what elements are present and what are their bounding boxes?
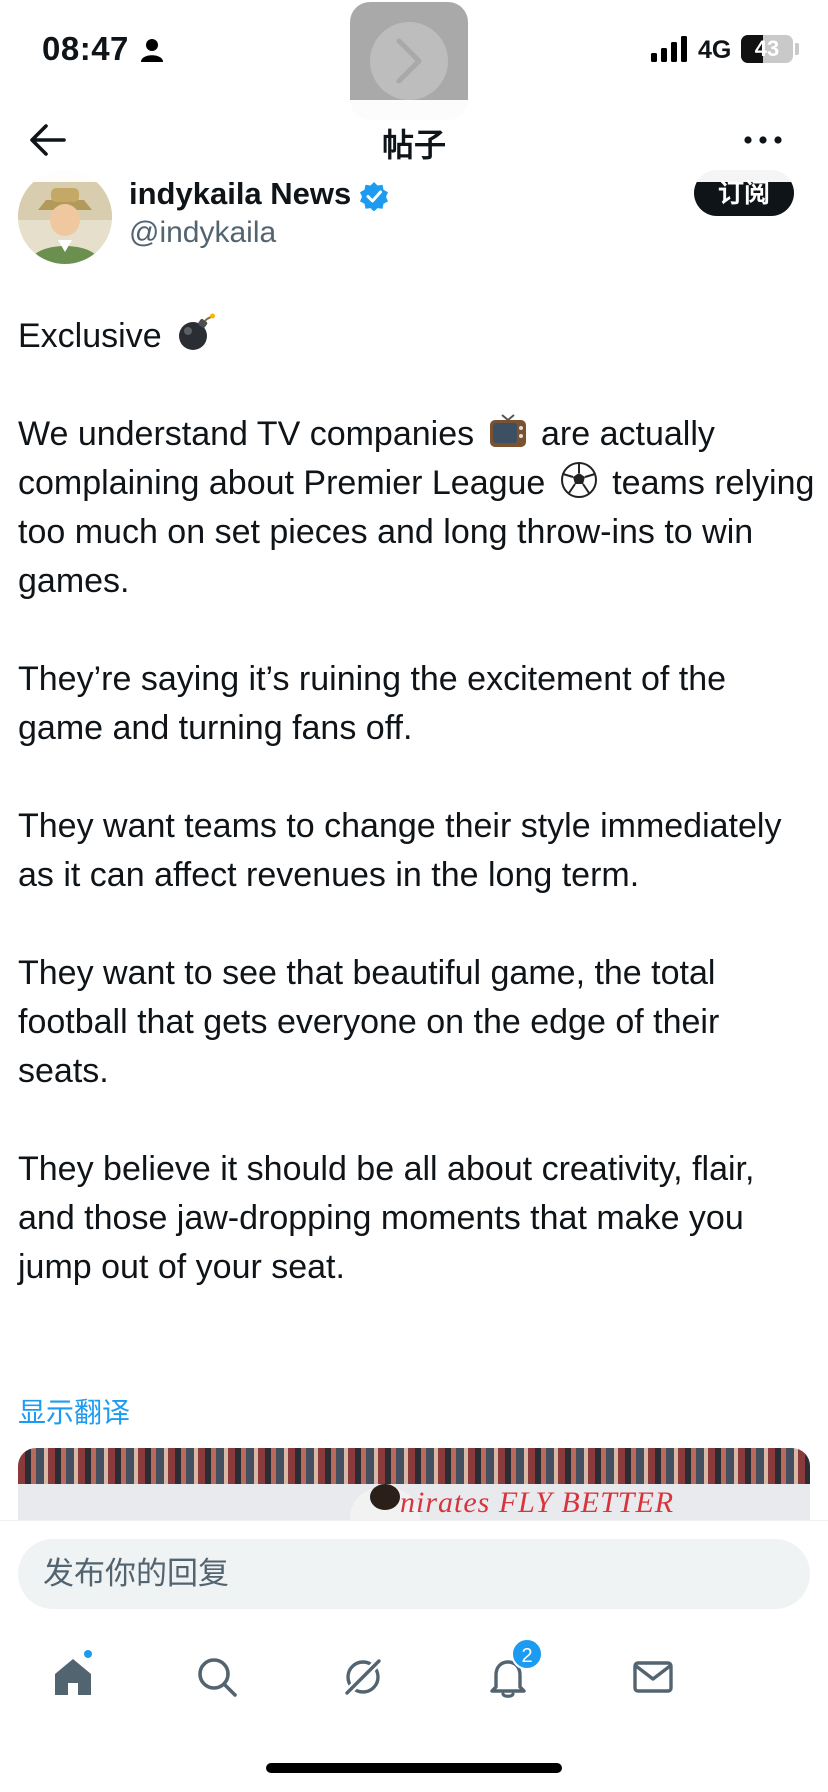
- author-handle[interactable]: @indykaila: [129, 216, 276, 250]
- media-crowd: [18, 1448, 810, 1484]
- notification-count-badge: 2: [511, 1638, 543, 1670]
- more-horizontal-icon[interactable]: [743, 126, 783, 154]
- tab-notifications[interactable]: 2: [473, 1638, 543, 1712]
- battery-level: 43: [754, 36, 780, 61]
- network-type: 4G: [698, 36, 732, 64]
- tweet-paragraph: They want teams to change their style im…: [18, 807, 782, 894]
- home-new-dot: [82, 1648, 94, 1660]
- grok-icon: [342, 1656, 384, 1698]
- nav-bar: 帖子: [0, 100, 828, 182]
- tweet-paragraph: Exclusive: [18, 312, 818, 361]
- media-player-head: [370, 1484, 400, 1510]
- tab-home[interactable]: [38, 1642, 108, 1712]
- tweet-paragraph: They’re saying it’s ruining the exciteme…: [18, 660, 727, 747]
- tab-grok[interactable]: [328, 1642, 398, 1712]
- battery-icon: 43: [741, 35, 793, 63]
- home-icon: [55, 1659, 91, 1695]
- status-bar: 08:47 4G 43: [0, 0, 828, 120]
- person-icon: [141, 39, 163, 62]
- tweet-paragraph: They want to see that beautiful game, th…: [18, 954, 720, 1090]
- status-time: 08:47: [42, 30, 129, 67]
- tab-search[interactable]: [182, 1642, 252, 1712]
- home-indicator[interactable]: [266, 1763, 562, 1773]
- reply-input[interactable]: [18, 1539, 810, 1609]
- tweet-paragraph: They believe it should be all about crea…: [18, 1150, 755, 1286]
- messages-icon: [633, 1661, 673, 1693]
- avatar[interactable]: [18, 170, 112, 264]
- tweet-text: Exclusive We understand TV companies are…: [18, 312, 818, 1341]
- reply-composer: [0, 1520, 828, 1620]
- page-title: 帖子: [381, 127, 446, 163]
- tv-emoji-icon: [488, 411, 528, 451]
- tweet-media-image[interactable]: nirates FLY BETTER: [18, 1448, 810, 1520]
- tweet-paragraph: We understand TV companies are actually …: [18, 410, 818, 606]
- soccer-ball-emoji-icon: [559, 460, 599, 500]
- search-icon: [198, 1658, 237, 1697]
- verified-badge-icon: [360, 182, 388, 211]
- show-translation-link[interactable]: 显示翻译: [18, 1391, 130, 1431]
- tab-bar: 2: [0, 1620, 828, 1792]
- chevron-right-icon: [396, 38, 422, 84]
- bomb-emoji-icon: [175, 313, 216, 353]
- media-board-text: nirates FLY BETTER: [400, 1486, 675, 1519]
- signal-icon: [651, 36, 687, 62]
- tab-messages[interactable]: [618, 1642, 688, 1712]
- battery-cap: [795, 43, 799, 55]
